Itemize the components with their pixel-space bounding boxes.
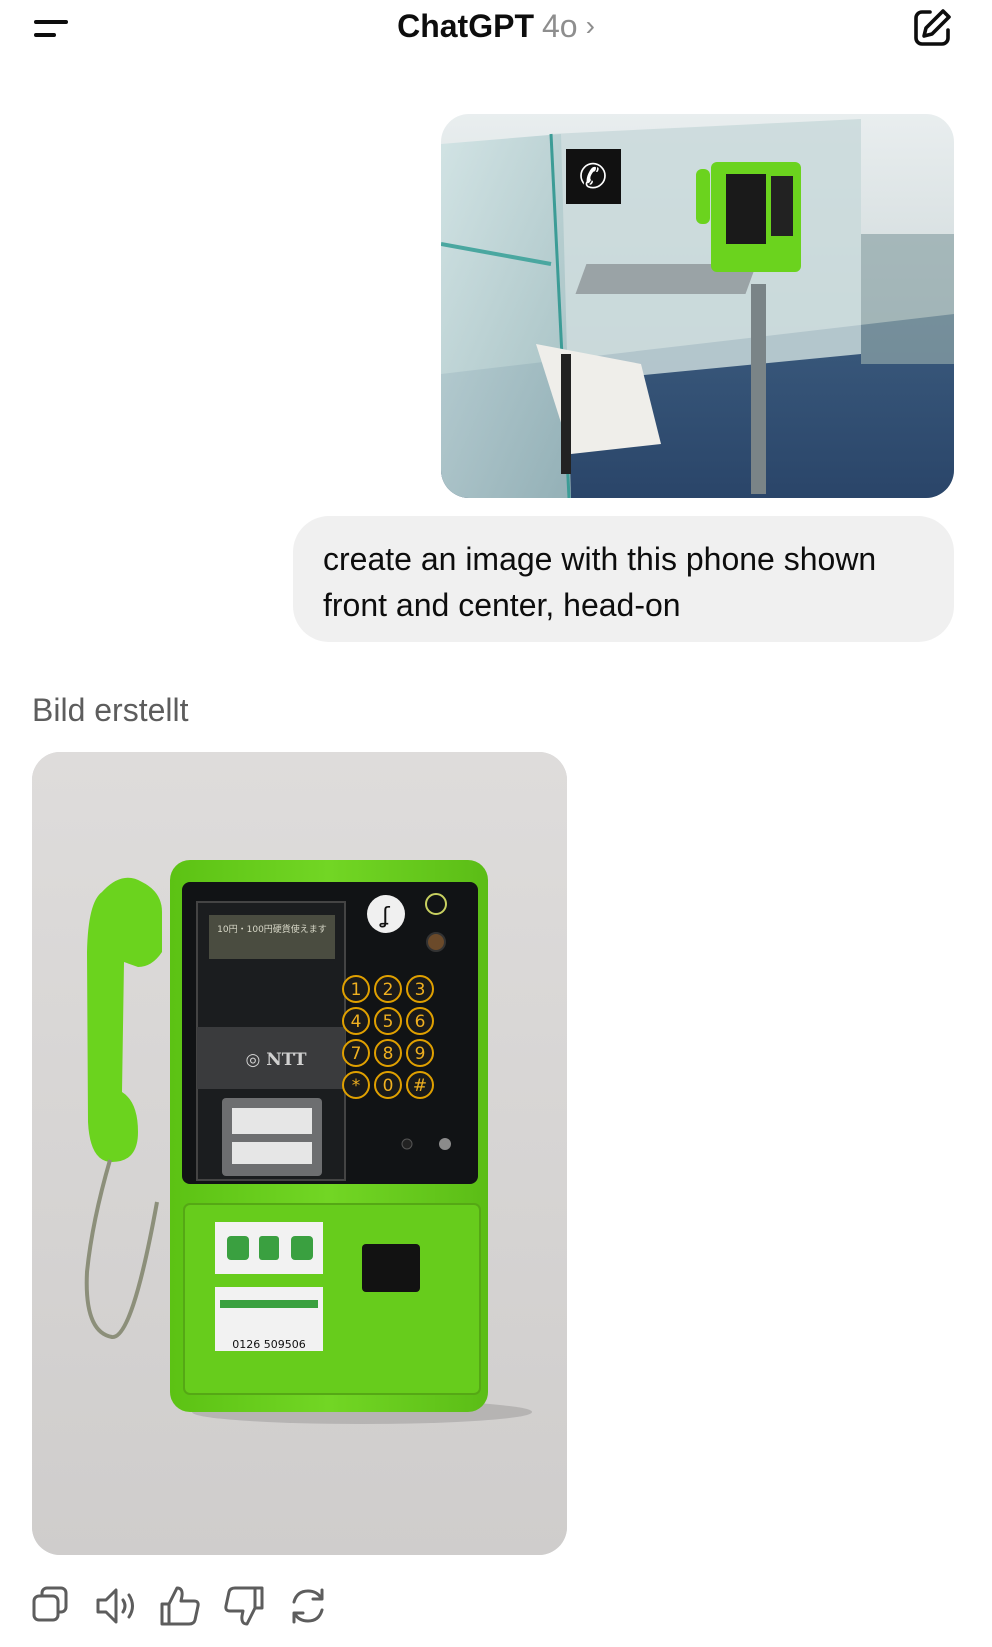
- generated-image-label: Bild erstellt: [32, 692, 189, 728]
- keypad-key-label: 7: [351, 1044, 362, 1064]
- user-uploaded-image[interactable]: ✆: [441, 114, 954, 498]
- model-name: 4o: [541, 8, 578, 44]
- app-title: ChatGPT: [397, 8, 534, 44]
- brand-text: NTT: [266, 1050, 307, 1070]
- top-bar: ChatGPT 4o ›: [0, 0, 992, 64]
- new-chat-icon[interactable]: [910, 6, 954, 50]
- thumbs-down-icon[interactable]: [220, 1582, 268, 1630]
- keypad-key-label: 2: [383, 980, 394, 1000]
- model-selector[interactable]: ChatGPT 4o ›: [0, 6, 992, 48]
- keypad-key-label: 5: [383, 1012, 394, 1032]
- regenerate-icon[interactable]: [284, 1582, 332, 1630]
- thumbs-up-icon[interactable]: [156, 1582, 204, 1630]
- user-message-bubble: create an image with this phone shown fr…: [293, 516, 954, 642]
- svg-text:✆: ✆: [579, 157, 608, 197]
- keypad-key-label: 0: [383, 1076, 394, 1096]
- user-message-text: create an image with this phone shown fr…: [323, 541, 877, 623]
- green-payphone-image: 10円・100円硬貨使えます ◎ NTT ʆ 1 2 34 5 67 8 9* 0 # 0126…: [32, 752, 567, 1555]
- copy-icon[interactable]: [28, 1582, 76, 1630]
- read-aloud-icon-svg: [96, 1588, 134, 1624]
- thumbs-down-icon-svg: [224, 1586, 264, 1626]
- read-aloud-icon[interactable]: [92, 1582, 140, 1630]
- keypad-key-label: *: [352, 1076, 361, 1096]
- message-actions: [28, 1582, 388, 1630]
- keypad-key-label: 4: [351, 1012, 362, 1032]
- chevron-right-icon: ›: [585, 10, 595, 41]
- phone-number-text: 0126 509506: [232, 1338, 305, 1351]
- keypad-key-label: 6: [415, 1012, 426, 1032]
- new-chat-icon-svg: [914, 9, 951, 46]
- keypad-key-label: 8: [383, 1044, 394, 1064]
- copy-icon-svg: [32, 1586, 68, 1622]
- svg-text:◎ NTT: ◎ NTT: [246, 1050, 307, 1070]
- thumbs-up-icon-svg: [160, 1586, 200, 1626]
- keypad-key-label: 9: [415, 1044, 426, 1064]
- keypad-key-label: #: [413, 1076, 427, 1096]
- generated-image[interactable]: 10円・100円硬貨使えます ◎ NTT ʆ 1 2 3 4 5 6 7 8 9 * 0 # 0126…: [32, 752, 567, 1555]
- phone-booth-photo: ✆: [441, 114, 954, 498]
- regenerate-icon-svg: [292, 1588, 324, 1624]
- display-text: 10円・100円硬貨使えます: [217, 923, 327, 935]
- keypad-key-label: 1: [351, 980, 362, 1000]
- keypad-key-label: 3: [415, 980, 426, 1000]
